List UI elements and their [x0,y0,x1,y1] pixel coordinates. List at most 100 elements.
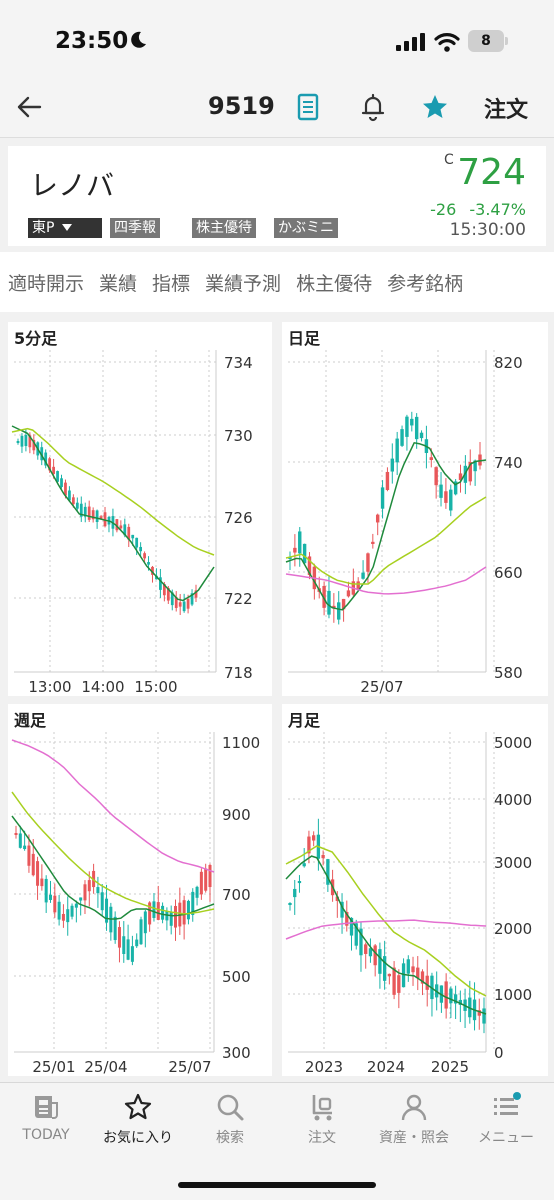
tabbar-label: メニュー [478,1130,534,1146]
tabbar-search[interactable]: 検索 [184,1091,276,1151]
candle [161,905,165,920]
candle [405,416,409,437]
stock-card: レノバ 東P 四季報 株主優待 かぶミニ C 724 -26 -3.47% 15… [8,146,546,246]
tab-forecast[interactable]: 業績予測 [205,269,281,296]
market-label: 東P [32,220,55,236]
chart-plot: 820 740 660 580 25/07 [285,350,523,696]
candle [375,514,380,523]
candle [131,534,135,539]
candle [302,863,306,867]
tabbar-assets[interactable]: 資産・照会 [368,1091,460,1151]
tabbar-label: 注文 [308,1130,336,1146]
back-arrow-icon[interactable] [14,92,44,122]
battery-icon: 8 [468,30,508,52]
candle [152,901,156,918]
tabbar-today[interactable]: TODAY [0,1091,92,1151]
candle [40,878,44,887]
tab-disclosure[interactable]: 適時開示 [8,269,84,296]
chart-weekly[interactable]: 1100 900 700 500 300 25/01 25/04 25/07 週足 [8,704,272,1076]
chart-title: 5分足 [14,329,58,348]
candle [199,871,203,895]
candle [57,901,61,920]
candle [174,905,178,928]
tab-yutai[interactable]: 株主優待 [296,269,372,296]
candle [71,497,75,505]
tab-indicators[interactable]: 指標 [152,269,190,296]
candle [182,601,186,612]
candle [156,902,160,920]
candle [439,484,443,498]
info-tabs: 適時開示 業績 指標 業績予測 株主優待 参考銘柄 [0,252,554,312]
candle [444,981,448,1009]
candle [321,854,325,859]
candle [195,886,199,898]
candle [31,853,35,876]
tab-performance[interactable]: 業績 [99,269,137,296]
y-tick-label: 740 [494,454,523,472]
candle [61,913,65,921]
candle [395,438,399,463]
y-tick-label: 820 [494,354,523,372]
candle [100,892,104,911]
order-link[interactable]: 注文 [484,92,528,124]
candle [113,916,117,941]
y-tick-label: 700 [222,886,251,904]
candle [327,590,331,615]
candle [87,506,91,520]
tabbar-label: TODAY [22,1127,70,1143]
wifi-icon [434,33,460,52]
candle [169,912,173,926]
signal-icon [396,33,425,51]
y-tick-label: 900 [222,806,251,824]
moving-average-line [11,791,215,915]
tag-shikiho[interactable]: 四季報 [110,218,160,238]
candle [66,909,70,923]
bell-icon[interactable] [358,92,388,122]
y-tick-label: 730 [224,427,253,445]
y-tick-label: 1000 [494,986,532,1004]
candle [135,939,139,947]
candle [419,432,424,439]
candle [373,945,377,966]
y-tick-label: 300 [222,1044,251,1062]
candle [95,510,99,522]
tabbar-favorites[interactable]: お気に入り [92,1091,184,1151]
chart-5min[interactable]: 734 730 726 722 718 13:00 14:00 15:00 5分足 [8,322,272,696]
x-tick-label: 25/01 [32,1058,75,1076]
candle [36,861,40,886]
x-tick-label: 25/07 [168,1058,211,1076]
status-time: 23:50 [55,28,129,54]
y-tick-label: 722 [224,590,253,608]
chart-plot: 734 730 726 722 718 13:00 14:00 15:00 [11,350,253,696]
stock-code: 9519 [208,92,275,120]
x-tick-label: 14:00 [81,678,124,696]
candle [387,973,392,977]
tabbar-order[interactable]: 注文 [276,1091,368,1151]
candle [429,457,433,461]
candle [70,905,74,917]
tag-yutai[interactable]: 株主優待 [192,218,256,238]
chart-daily[interactable]: 820 740 660 580 25/07 日足 [282,322,548,696]
tabbar-menu[interactable]: メニュー [460,1091,552,1151]
candle [382,956,387,981]
tag-kabumini[interactable]: かぶミニ [274,218,338,238]
y-tick-label: 718 [224,664,253,682]
document-icon[interactable] [293,92,323,122]
star-icon[interactable] [420,92,450,122]
candle [87,880,91,892]
candle [371,541,375,544]
market-dropdown[interactable]: 東P [28,218,102,238]
candle [48,894,52,900]
candle [139,546,143,552]
battery-level: 8 [468,30,504,52]
nav-bar: 9519 注文 [0,80,554,138]
y-tick-label: 3000 [494,854,532,872]
chart-monthly[interactable]: 5000 4000 3000 2000 1000 0 2023 2024 2025 月足 [282,704,548,1076]
candle [130,946,134,962]
tab-reference[interactable]: 参考銘柄 [387,269,463,296]
candle [143,553,146,559]
price-change: -26 -3.47% [430,200,526,219]
y-tick-label: 660 [494,564,523,582]
change-percent: -3.47% [469,200,526,219]
y-tick-label: 2000 [494,920,532,938]
